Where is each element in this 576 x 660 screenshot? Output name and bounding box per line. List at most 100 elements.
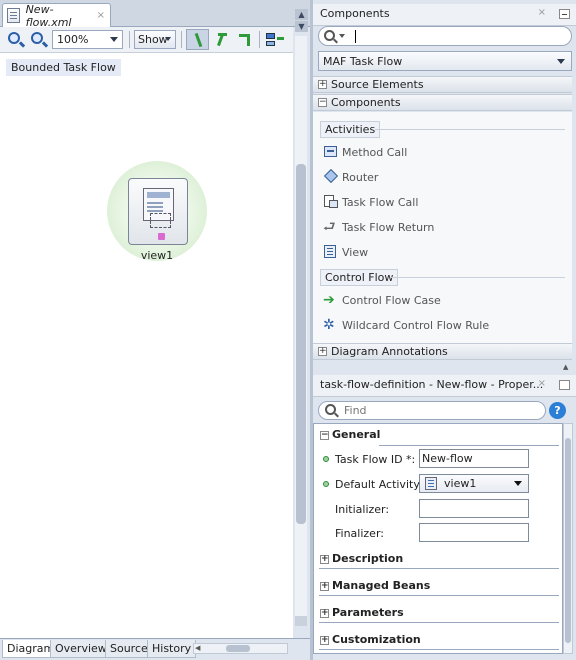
toolbar-separator bbox=[259, 31, 260, 48]
properties-title: task-flow-definition - New-flow - Proper… bbox=[320, 378, 544, 391]
default-activity-label: Default Activity: bbox=[335, 478, 423, 491]
catalog-select[interactable]: MAF Task Flow bbox=[318, 51, 572, 71]
properties-vertical-scrollbar[interactable] bbox=[563, 423, 573, 654]
router-icon-diamond bbox=[323, 168, 339, 184]
section-label: Components bbox=[331, 96, 401, 109]
diagram-toolbar: 100% Show bbox=[0, 27, 293, 53]
section-general[interactable]: − General bbox=[314, 427, 559, 444]
scrollbar-thumb[interactable] bbox=[565, 438, 571, 643]
components-search[interactable] bbox=[318, 26, 572, 46]
expand-icon[interactable]: + bbox=[320, 555, 329, 564]
expand-icon[interactable]: + bbox=[320, 609, 329, 618]
default-activity-select[interactable]: view1 bbox=[419, 474, 529, 493]
layout-icon[interactable] bbox=[266, 32, 284, 47]
scroll-down-icon[interactable] bbox=[295, 616, 307, 626]
section-description[interactable]: + Description bbox=[314, 551, 559, 568]
view-node-label[interactable]: view1 bbox=[107, 249, 207, 262]
scrollbar-thumb[interactable] bbox=[226, 645, 250, 652]
section-diagram-annotations[interactable]: + Diagram Annotations bbox=[313, 343, 572, 360]
expand-icon[interactable]: + bbox=[320, 582, 329, 591]
canvas-horizontal-scrollbar[interactable]: ◀ bbox=[193, 643, 288, 654]
component-task-flow-return[interactable]: ⮐ Task Flow Return bbox=[323, 218, 434, 236]
component-label: Control Flow Case bbox=[342, 293, 441, 307]
scroll-tabs-up-icon[interactable]: ▲ bbox=[295, 9, 308, 20]
collapse-icon[interactable]: − bbox=[318, 98, 327, 107]
view-activity-node[interactable]: view1 bbox=[107, 161, 207, 262]
component-label: Task Flow Return bbox=[342, 220, 435, 234]
tab-history[interactable]: History bbox=[147, 640, 197, 658]
group-divider bbox=[375, 129, 565, 130]
minimize-icon[interactable] bbox=[559, 380, 570, 390]
tab-overview[interactable]: Overview bbox=[50, 640, 112, 658]
component-wildcard-control-flow-rule[interactable]: ✲ Wildcard Control Flow Rule bbox=[323, 316, 489, 334]
close-icon[interactable]: × bbox=[538, 378, 546, 389]
collapse-icon[interactable]: − bbox=[320, 431, 329, 440]
editor-view-tabs: Diagram Overview Source History ◀ bbox=[0, 638, 310, 660]
task-flow-id-field[interactable]: New-flow bbox=[419, 449, 529, 468]
zoom-in-icon[interactable] bbox=[8, 32, 20, 44]
section-components[interactable]: − Components bbox=[313, 94, 572, 111]
scrollbar-thumb[interactable] bbox=[296, 164, 306, 524]
expand-icon[interactable]: + bbox=[318, 347, 327, 356]
close-icon[interactable]: × bbox=[538, 7, 546, 18]
section-label: Diagram Annotations bbox=[331, 345, 448, 358]
section-managed-beans[interactable]: + Managed Beans bbox=[314, 578, 559, 595]
task-flow-return-icon: ⮐ bbox=[323, 219, 336, 235]
scroll-tabs-down-icon[interactable]: ▼ bbox=[295, 21, 308, 32]
chevron-down-icon[interactable] bbox=[339, 34, 345, 38]
components-search-input[interactable] bbox=[352, 28, 552, 44]
orthogonal-line-tool[interactable] bbox=[236, 31, 253, 48]
show-menu-button[interactable]: Show bbox=[134, 30, 176, 49]
properties-find-input[interactable] bbox=[344, 403, 534, 418]
layout-icon-arrow bbox=[277, 37, 284, 40]
chevron-down-icon bbox=[557, 59, 565, 64]
scroll-left-icon[interactable]: ◀ bbox=[195, 644, 200, 652]
section-parameters[interactable]: + Parameters bbox=[314, 605, 559, 622]
group-activities: Activities bbox=[320, 121, 381, 138]
initializer-field[interactable] bbox=[419, 499, 529, 518]
section-divider bbox=[319, 649, 559, 650]
section-divider bbox=[319, 568, 559, 569]
search-icon[interactable] bbox=[324, 30, 335, 41]
default-activity-value: view1 bbox=[444, 477, 477, 490]
component-label: View bbox=[342, 245, 369, 259]
component-router[interactable]: Router bbox=[323, 168, 378, 186]
component-task-flow-call[interactable]: Task Flow Call bbox=[323, 193, 418, 211]
toolbar-separator bbox=[181, 31, 182, 48]
wildcard-icon: ✲ bbox=[323, 317, 335, 333]
help-icon[interactable]: ? bbox=[549, 402, 566, 419]
minimize-icon[interactable] bbox=[559, 9, 570, 19]
canvas-vertical-scrollbar[interactable] bbox=[295, 36, 307, 626]
task-flow-call-icon-box bbox=[329, 200, 338, 208]
diagram-canvas[interactable]: Bounded Task Flow view1 bbox=[0, 53, 293, 638]
close-tab-icon[interactable]: × bbox=[97, 10, 105, 21]
component-label: Method Call bbox=[342, 145, 408, 159]
component-label: Task Flow Call bbox=[342, 195, 419, 209]
curved-line-tool[interactable] bbox=[213, 31, 230, 48]
expand-icon[interactable]: + bbox=[320, 636, 329, 645]
section-label: Parameters bbox=[332, 606, 404, 619]
search-icon[interactable] bbox=[325, 404, 336, 415]
component-method-call[interactable]: Method Call bbox=[323, 143, 407, 161]
scroll-up-icon[interactable]: ▲ bbox=[563, 363, 572, 372]
text-caret bbox=[355, 30, 356, 43]
section-customization[interactable]: + Customization bbox=[314, 632, 559, 649]
properties-find[interactable] bbox=[318, 401, 546, 420]
file-tab-new-flow[interactable]: New-flow.xml × bbox=[2, 3, 111, 29]
curved-line-icon-top bbox=[218, 33, 227, 36]
zoom-out-icon[interactable] bbox=[31, 32, 43, 44]
component-view[interactable]: View bbox=[323, 243, 368, 261]
component-control-flow-case[interactable]: ➔ Control Flow Case bbox=[323, 291, 441, 309]
section-label: Managed Beans bbox=[332, 579, 431, 592]
zoom-level-select[interactable]: 100% bbox=[52, 30, 123, 49]
expand-icon[interactable]: + bbox=[318, 80, 327, 89]
straight-line-tool[interactable] bbox=[186, 29, 209, 50]
view-activity-box[interactable] bbox=[128, 178, 188, 245]
layout-icon-box-b bbox=[266, 41, 275, 46]
section-source-elements[interactable]: + Source Elements bbox=[313, 76, 572, 93]
layout-icon-box-a bbox=[266, 33, 275, 39]
finalizer-field[interactable] bbox=[419, 523, 529, 542]
section-label: Source Elements bbox=[331, 78, 424, 91]
tab-source[interactable]: Source bbox=[105, 640, 153, 658]
page-definition-icon bbox=[158, 233, 165, 240]
